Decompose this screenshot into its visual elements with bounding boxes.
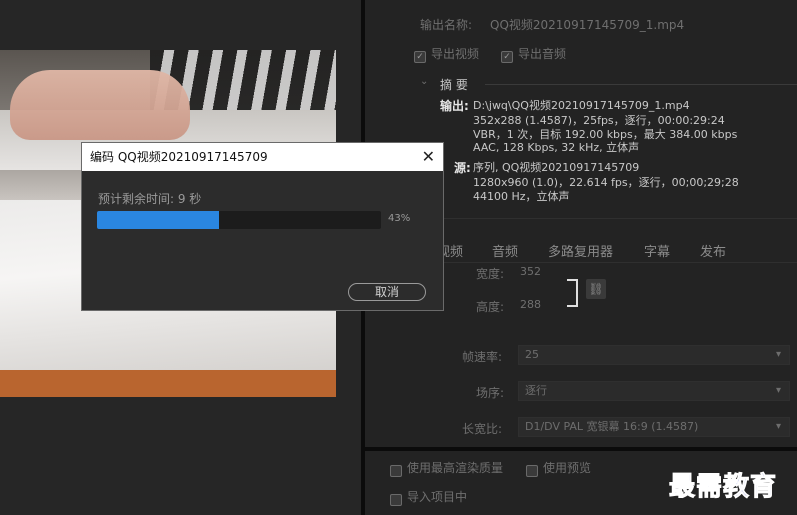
use-previews-label: 使用预览 [543, 461, 592, 475]
output-line: D:\jwq\QQ视频20210917145709_1.mp4 [473, 99, 690, 112]
import-project-checkbox[interactable] [390, 489, 402, 508]
frame-rate-select[interactable]: 25 ▾ [518, 345, 790, 365]
height-value[interactable]: 288 [520, 298, 541, 311]
width-value[interactable]: 352 [520, 265, 541, 278]
frame-rate-value: 25 [525, 348, 539, 361]
source-line: 44100 Hz，立体声 [473, 190, 570, 203]
use-previews-checkbox[interactable] [526, 460, 538, 479]
chevron-down-icon: ▾ [775, 385, 781, 396]
tab-multiplexer[interactable]: 多路复用器 [548, 241, 613, 260]
import-project-label: 导入项目中 [407, 490, 468, 504]
dialog-titlebar: 编码 QQ视频20210917145709 ✕ [82, 143, 443, 171]
output-label: 输出: [440, 99, 469, 113]
max-render-quality-label: 使用最高渲染质量 [407, 461, 504, 475]
progress-fill [97, 211, 220, 229]
remaining-time-label: 预计剩余时间: 9 秒 [98, 192, 202, 206]
cancel-button[interactable]: 取消 [348, 283, 426, 301]
chain-link-icon[interactable]: ⛓ [586, 279, 606, 299]
aspect-label: 长宽比: [462, 422, 503, 436]
chevron-down-icon: ▾ [775, 421, 781, 432]
frame-rate-label: 帧速率: [462, 350, 503, 364]
tab-publish[interactable]: 发布 [700, 241, 726, 260]
output-line: AAC, 128 Kbps, 32 kHz, 立体声 [473, 141, 640, 154]
source-label: 源: [454, 161, 471, 175]
table-surface [0, 370, 336, 397]
checkmark-icon: ✓ [414, 50, 426, 63]
dialog-title: 编码 QQ视频20210917145709 [90, 150, 268, 164]
close-icon[interactable]: ✕ [422, 143, 435, 171]
export-video-checkbox[interactable]: ✓ [414, 46, 426, 65]
chevron-down-icon: ▾ [775, 349, 781, 360]
export-video-label: 导出视频 [431, 47, 480, 61]
tab-audio[interactable]: 音频 [492, 241, 518, 260]
hand-image [10, 70, 190, 140]
tab-captions[interactable]: 字幕 [644, 241, 670, 260]
field-order-select[interactable]: 逐行 ▾ [518, 381, 790, 401]
encoding-dialog: 编码 QQ视频20210917145709 ✕ 预计剩余时间: 9 秒 43% … [81, 142, 444, 311]
field-order-label: 场序: [476, 386, 505, 400]
summary-heading: 摘 要 [440, 78, 468, 92]
width-label: 宽度: [476, 267, 505, 281]
checkmark-icon: ✓ [501, 50, 513, 63]
link-bracket [567, 279, 578, 307]
summary-divider [485, 84, 797, 85]
aspect-value: D1/DV PAL 宽银幕 16:9 (1.4587) [525, 420, 699, 433]
export-audio-checkbox[interactable]: ✓ [501, 46, 513, 65]
chevron-down-icon[interactable]: ⌄ [420, 76, 428, 87]
brand-logo: 最需教育 [668, 472, 778, 503]
aspect-select[interactable]: D1/DV PAL 宽银幕 16:9 (1.4587) ▾ [518, 417, 790, 437]
height-label: 高度: [476, 300, 505, 314]
source-line: 序列, QQ视频20210917145709 [473, 161, 640, 174]
output-name-link[interactable]: QQ视频20210917145709_1.mp4 [490, 16, 684, 33]
max-render-quality-checkbox[interactable] [390, 460, 402, 479]
progress-percent: 43% [388, 213, 411, 224]
field-order-value: 逐行 [525, 384, 547, 397]
output-name-label: 输出名称: [420, 18, 473, 32]
export-audio-label: 导出音频 [518, 47, 567, 61]
progress-bar [97, 211, 381, 229]
